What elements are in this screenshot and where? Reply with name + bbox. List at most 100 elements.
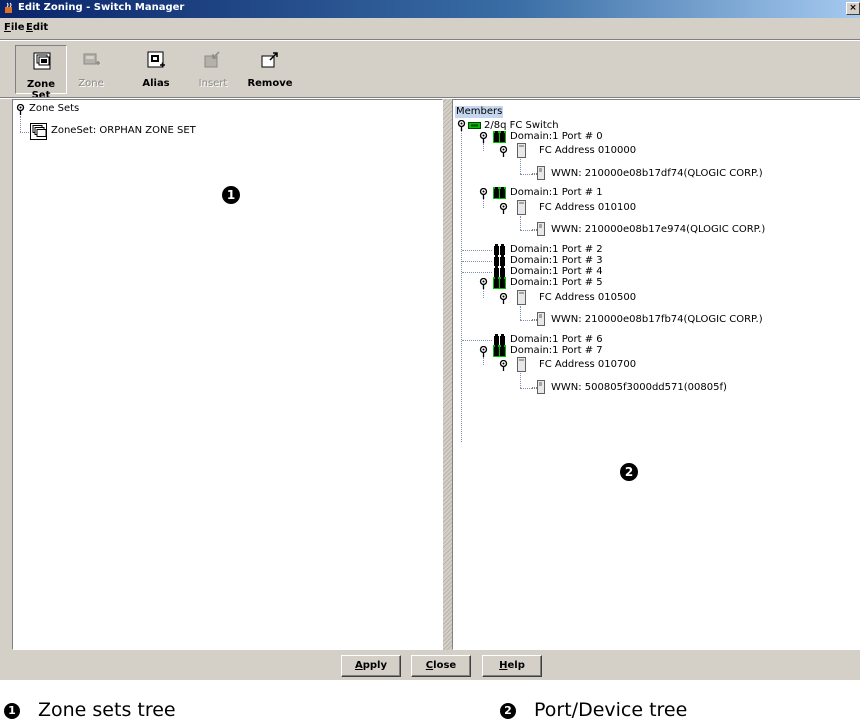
expand-key-icon[interactable] (499, 292, 508, 304)
title-bar[interactable]: Edit Zoning - Switch Manager × (0, 0, 860, 18)
remove-icon (261, 52, 278, 68)
divider (0, 39, 860, 41)
menu-file[interactable]: File (4, 22, 24, 33)
fc-address-node[interactable]: FC Address 010000 (539, 145, 636, 157)
zone-set-icon (33, 52, 51, 70)
legend-text-2: Port/Device tree (534, 699, 688, 721)
remove-button[interactable]: Remove (244, 45, 296, 94)
menu-edit[interactable]: Edit (26, 22, 48, 33)
tree-connector (520, 305, 521, 320)
legend-item-1: 1 Zone sets tree (4, 699, 176, 721)
insert-button[interactable]: Insert (187, 45, 239, 94)
split-divider[interactable] (443, 99, 452, 650)
expand-key-icon[interactable] (16, 104, 25, 115)
expand-key-icon[interactable] (479, 132, 488, 143)
zone-set-item[interactable]: ZoneSet: ORPHAN ZONE SET (51, 125, 196, 137)
button-bar: Apply Close Help (0, 652, 860, 680)
wwn-port-icon (532, 165, 545, 180)
port-node[interactable]: Domain:1 Port # 4 (510, 266, 603, 278)
callout-2: 2 (620, 463, 638, 481)
port-icon (493, 344, 506, 357)
expand-key-icon[interactable] (499, 146, 508, 158)
tree-connector (483, 199, 484, 208)
members-tree[interactable]: Members 2/8q FC Switch Domain:1 Port # 0… (452, 99, 860, 650)
port-node[interactable]: Domain:1 Port # 2 (510, 244, 603, 256)
tree-connector (520, 373, 521, 388)
port-icon (494, 266, 505, 277)
tree-connector (462, 339, 492, 341)
fc-address-node[interactable]: FC Address 010500 (539, 292, 636, 304)
wwn-node[interactable]: WWN: 210000e08b17fb74(QLOGIC CORP.) (551, 314, 763, 326)
fc-address-node[interactable]: FC Address 010700 (539, 359, 636, 371)
callout-1: 1 (222, 186, 240, 204)
port-node[interactable]: Domain:1 Port # 6 (510, 334, 603, 346)
port-icon (494, 254, 505, 266)
tree-connector (520, 387, 532, 389)
legend-bullet-2: 2 (500, 702, 516, 719)
device-icon (517, 143, 526, 159)
device-icon (517, 199, 526, 215)
wwn-port-icon (532, 379, 545, 394)
port-icon (493, 187, 506, 200)
port-node[interactable]: Domain:1 Port # 1 (510, 187, 603, 199)
device-icon (517, 289, 526, 305)
fc-address-node[interactable]: FC Address 010100 (539, 202, 636, 214)
legend-item-2: 2 Port/Device tree (500, 699, 687, 721)
expand-key-icon[interactable] (479, 345, 488, 357)
legend-bullet-1: 1 (4, 702, 20, 719)
wwn-node[interactable]: WWN: 210000e08b17e974(QLOGIC CORP.) (551, 224, 765, 236)
tree-connector (483, 143, 484, 152)
expand-key-icon[interactable] (499, 360, 508, 371)
zone-set-icon (30, 123, 47, 140)
zone-sets-root[interactable]: Zone Sets (29, 103, 79, 115)
wwn-port-icon (532, 312, 545, 326)
port-node[interactable]: Domain:1 Port # 0 (510, 131, 603, 143)
expand-key-icon[interactable] (479, 188, 488, 200)
zone-sets-tree[interactable]: Zone Sets ZoneSet: ORPHAN ZONE SET (12, 99, 443, 650)
close-button[interactable]: Close (411, 655, 471, 677)
tree-connector (462, 249, 492, 251)
wwn-node[interactable]: WWN: 500805f3000dd571(00805f) (551, 382, 727, 394)
window-title: Edit Zoning - Switch Manager (18, 2, 185, 13)
zone-set-button[interactable]: Zone Set (15, 45, 67, 101)
close-window-button[interactable]: × (846, 2, 860, 15)
tree-connector (20, 132, 29, 133)
expand-key-icon[interactable] (457, 120, 466, 131)
tree-connector (520, 173, 532, 175)
expand-key-icon[interactable] (479, 278, 488, 290)
wwn-node[interactable]: WWN: 210000e08b17df74(QLOGIC CORP.) (551, 168, 763, 180)
port-node[interactable]: Domain:1 Port # 7 (510, 345, 603, 357)
tree-connector (462, 260, 492, 262)
wwn-port-icon (532, 222, 545, 236)
port-node[interactable]: Domain:1 Port # 5 (510, 277, 603, 289)
tree-connector (520, 159, 521, 174)
alias-button[interactable]: Alias (130, 45, 182, 94)
expand-key-icon[interactable] (499, 202, 508, 214)
insert-icon (204, 51, 220, 68)
tree-connector (520, 230, 532, 231)
port-icon (493, 131, 506, 143)
java-cup-icon (5, 2, 12, 13)
alias-icon (147, 51, 165, 68)
zone-icon (83, 53, 100, 65)
tree-connector (20, 116, 21, 132)
port-icon (494, 333, 505, 345)
device-icon (517, 357, 526, 372)
tree-connector (520, 215, 521, 230)
apply-button[interactable]: Apply (341, 655, 401, 677)
tree-connector (483, 289, 484, 298)
members-root[interactable]: Members (455, 106, 504, 118)
port-icon (493, 277, 506, 290)
switch-icon (468, 122, 481, 129)
edit-zoning-window: Edit Zoning - Switch Manager × File Edit… (0, 0, 860, 680)
help-button[interactable]: Help (482, 655, 542, 677)
menu-bar: File Edit (0, 19, 860, 37)
toolbar: Zone Set Zone Alias Insert Remove (0, 42, 860, 101)
tree-connector (461, 131, 462, 442)
tree-connector (520, 320, 532, 321)
port-node[interactable]: Domain:1 Port # 3 (510, 255, 603, 267)
legend-text-1: Zone sets tree (38, 699, 176, 721)
port-icon (494, 243, 505, 255)
zone-button[interactable]: Zone (65, 45, 117, 94)
tree-connector (462, 272, 492, 273)
